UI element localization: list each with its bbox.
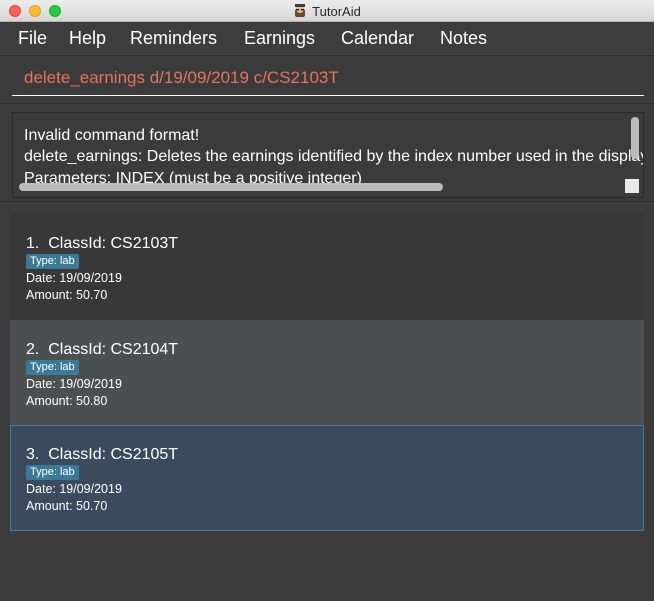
earnings-card[interactable]: 1. ClassId: CS2103T Type: lab Date: 19/0… [10,214,644,320]
earnings-amount: Amount: 50.80 [26,394,108,408]
earnings-card[interactable]: 2. ClassId: CS2104T Type: lab Date: 19/0… [10,320,644,426]
command-input[interactable]: delete_earnings d/19/09/2019 c/CS2103T [24,68,339,88]
earnings-type-tag: Type: lab [26,360,79,375]
earnings-list-panel: 1. ClassId: CS2103T Type: lab Date: 19/0… [0,202,654,601]
earnings-date: Date: 19/09/2019 [26,377,122,391]
menu-file[interactable]: File [18,28,47,49]
earnings-index: 2. [26,341,40,358]
result-horizontal-scrollbar[interactable] [19,183,443,191]
result-line: Invalid command format! [24,127,200,144]
earnings-class-id: ClassId: CS2104T [48,341,179,358]
menu-earnings[interactable]: Earnings [244,28,315,49]
menu-help[interactable]: Help [69,28,106,49]
earnings-index: 1. [26,235,40,252]
result-vertical-scrollbar[interactable] [631,117,639,159]
earnings-card-title: 2. ClassId: CS2104T [26,341,178,359]
earnings-card-title: 1. ClassId: CS2103T [26,235,178,253]
earnings-amount: Amount: 50.70 [26,499,108,513]
window-titlebar: TutorAid [0,0,654,22]
menu-calendar[interactable]: Calendar [341,28,414,49]
command-box: delete_earnings d/19/09/2019 c/CS2103T [0,56,654,104]
earnings-date: Date: 19/09/2019 [26,271,122,285]
earnings-class-id: ClassId: CS2103T [48,235,179,252]
earnings-card-selected[interactable]: 3. ClassId: CS2105T Type: lab Date: 19/0… [10,425,644,531]
earnings-card-title: 3. ClassId: CS2105T [26,446,178,464]
tutor-avatar-icon [295,4,306,17]
earnings-class-id: ClassId: CS2105T [48,446,179,463]
earnings-type-tag: Type: lab [26,254,79,269]
command-input-underline [12,95,644,96]
earnings-list[interactable]: 1. ClassId: CS2103T Type: lab Date: 19/0… [10,212,644,601]
scrollbar-corner [625,179,639,193]
menu-notes[interactable]: Notes [440,28,487,49]
window-title-area: TutorAid [0,3,654,19]
result-display[interactable]: Invalid command format! delete_earnings:… [12,112,644,198]
earnings-amount: Amount: 50.70 [26,288,108,302]
menu-reminders[interactable]: Reminders [130,28,217,49]
earnings-index: 3. [26,446,40,463]
menu-bar: File Help Reminders Earnings Calendar No… [0,22,654,56]
window-title: TutorAid [312,4,361,19]
result-display-panel: Invalid command format! delete_earnings:… [0,104,654,202]
result-line: delete_earnings: Deletes the earnings id… [24,148,643,165]
earnings-type-tag: Type: lab [26,465,79,480]
earnings-date: Date: 19/09/2019 [26,482,122,496]
